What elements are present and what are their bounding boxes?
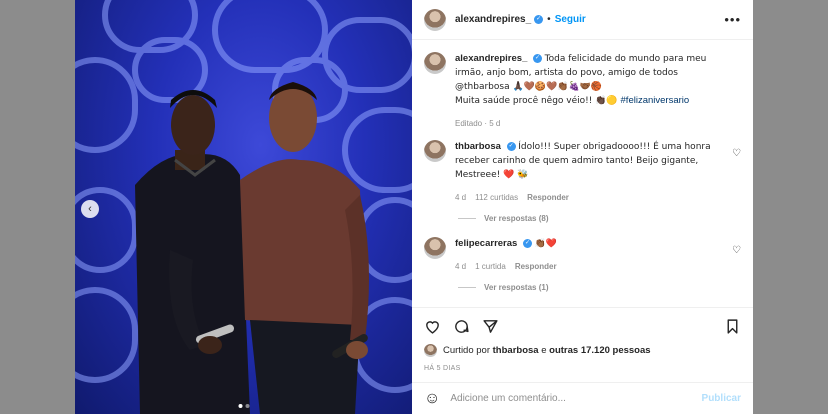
post-photo[interactable]: ‹ [75, 0, 412, 414]
view-replies-label: Ver respostas (1) [484, 283, 549, 292]
follow-button[interactable]: Seguir [555, 14, 586, 25]
save-icon[interactable] [724, 318, 741, 335]
view-replies-button[interactable]: Ver respostas (1) [458, 283, 741, 292]
comment-username[interactable]: felipecarreras [455, 238, 517, 249]
caption-line-2: Muita saúde procê nêgo véio!! 👏🏿🟡 [455, 96, 621, 106]
liked-by-user[interactable]: thbarbosa [493, 345, 539, 356]
post-sidebar: alexandrepires_ ✓ • Seguir ••• alexandre… [412, 0, 753, 414]
comment-age: 4 d [455, 262, 467, 271]
carousel-dots [238, 404, 249, 408]
commenter-avatar[interactable] [424, 237, 446, 259]
post-header: alexandrepires_ ✓ • Seguir ••• [412, 0, 753, 40]
comments-list[interactable]: alexandrepires_ ✓ Toda felicidade do mun… [412, 40, 753, 307]
emoji-icon[interactable]: ☺ [424, 390, 440, 408]
like-comment-icon[interactable]: ♡ [732, 245, 741, 256]
share-icon[interactable] [482, 318, 499, 335]
verified-icon: ✓ [533, 53, 542, 63]
author-avatar[interactable] [424, 52, 446, 74]
liked-by: Curtido por thbarbosa e outras 17.120 pe… [424, 344, 741, 357]
caption-username[interactable]: alexandrepires_ [455, 53, 527, 64]
verified-icon: ✓ [522, 238, 532, 248]
comment-item: thbarbosa ✓ Ídolo!!! Super obrigadoooo!!… [424, 140, 741, 204]
view-replies-label: Ver respostas (8) [484, 214, 549, 223]
separator-dot: • [547, 14, 551, 25]
comment-username[interactable]: thbarbosa [455, 141, 501, 152]
reply-button[interactable]: Responder [515, 260, 557, 273]
comment-likes[interactable]: 1 curtida [475, 260, 506, 273]
author-username[interactable]: alexandrepires_ [455, 14, 531, 25]
carousel-prev-button[interactable]: ‹ [81, 200, 99, 218]
comment-icon[interactable] [453, 318, 470, 335]
verified-icon: ✓ [534, 15, 544, 24]
comment-likes[interactable]: 112 curtidas [475, 191, 518, 204]
like-icon[interactable] [424, 318, 441, 335]
liker-avatar[interactable] [424, 344, 437, 357]
liked-by-prefix: Curtido por [443, 345, 490, 356]
carousel-dot [245, 404, 249, 408]
liked-by-others[interactable]: outras 17.120 pessoas [549, 345, 650, 356]
more-options-icon[interactable]: ••• [724, 12, 741, 27]
liked-by-conj: e [541, 345, 547, 356]
caption-meta: Editado · 5 d [455, 119, 501, 128]
reply-button[interactable]: Responder [527, 191, 569, 204]
comment-item: felipecarreras ✓ 👏🏾❤️ 4 d 1 curtida Resp… [424, 237, 741, 273]
carousel-dot [238, 404, 242, 408]
add-comment-bar: ☺ Publicar [412, 382, 753, 414]
publish-button[interactable]: Publicar [702, 393, 741, 404]
verified-icon: ✓ [506, 141, 516, 151]
comment-text: 👏🏾❤️ [534, 239, 558, 249]
two-men-embracing-illustration [135, 82, 369, 414]
caption: alexandrepires_ ✓ Toda felicidade do mun… [424, 52, 741, 130]
post-modal: ‹ alexandrepires_ ✓ • Seguir ••• alexand… [75, 0, 753, 414]
caption-hashtag[interactable]: #felizaniversario [621, 95, 690, 106]
like-comment-icon[interactable]: ♡ [732, 148, 741, 159]
post-actions: Curtido por thbarbosa e outras 17.120 pe… [412, 307, 753, 372]
comment-input[interactable] [450, 393, 702, 404]
post-time: HÁ 5 DIAS [424, 365, 461, 372]
comment-age: 4 d [455, 193, 467, 202]
commenter-avatar[interactable] [424, 140, 446, 162]
author-avatar[interactable] [424, 8, 446, 31]
view-replies-button[interactable]: Ver respostas (8) [458, 214, 741, 223]
